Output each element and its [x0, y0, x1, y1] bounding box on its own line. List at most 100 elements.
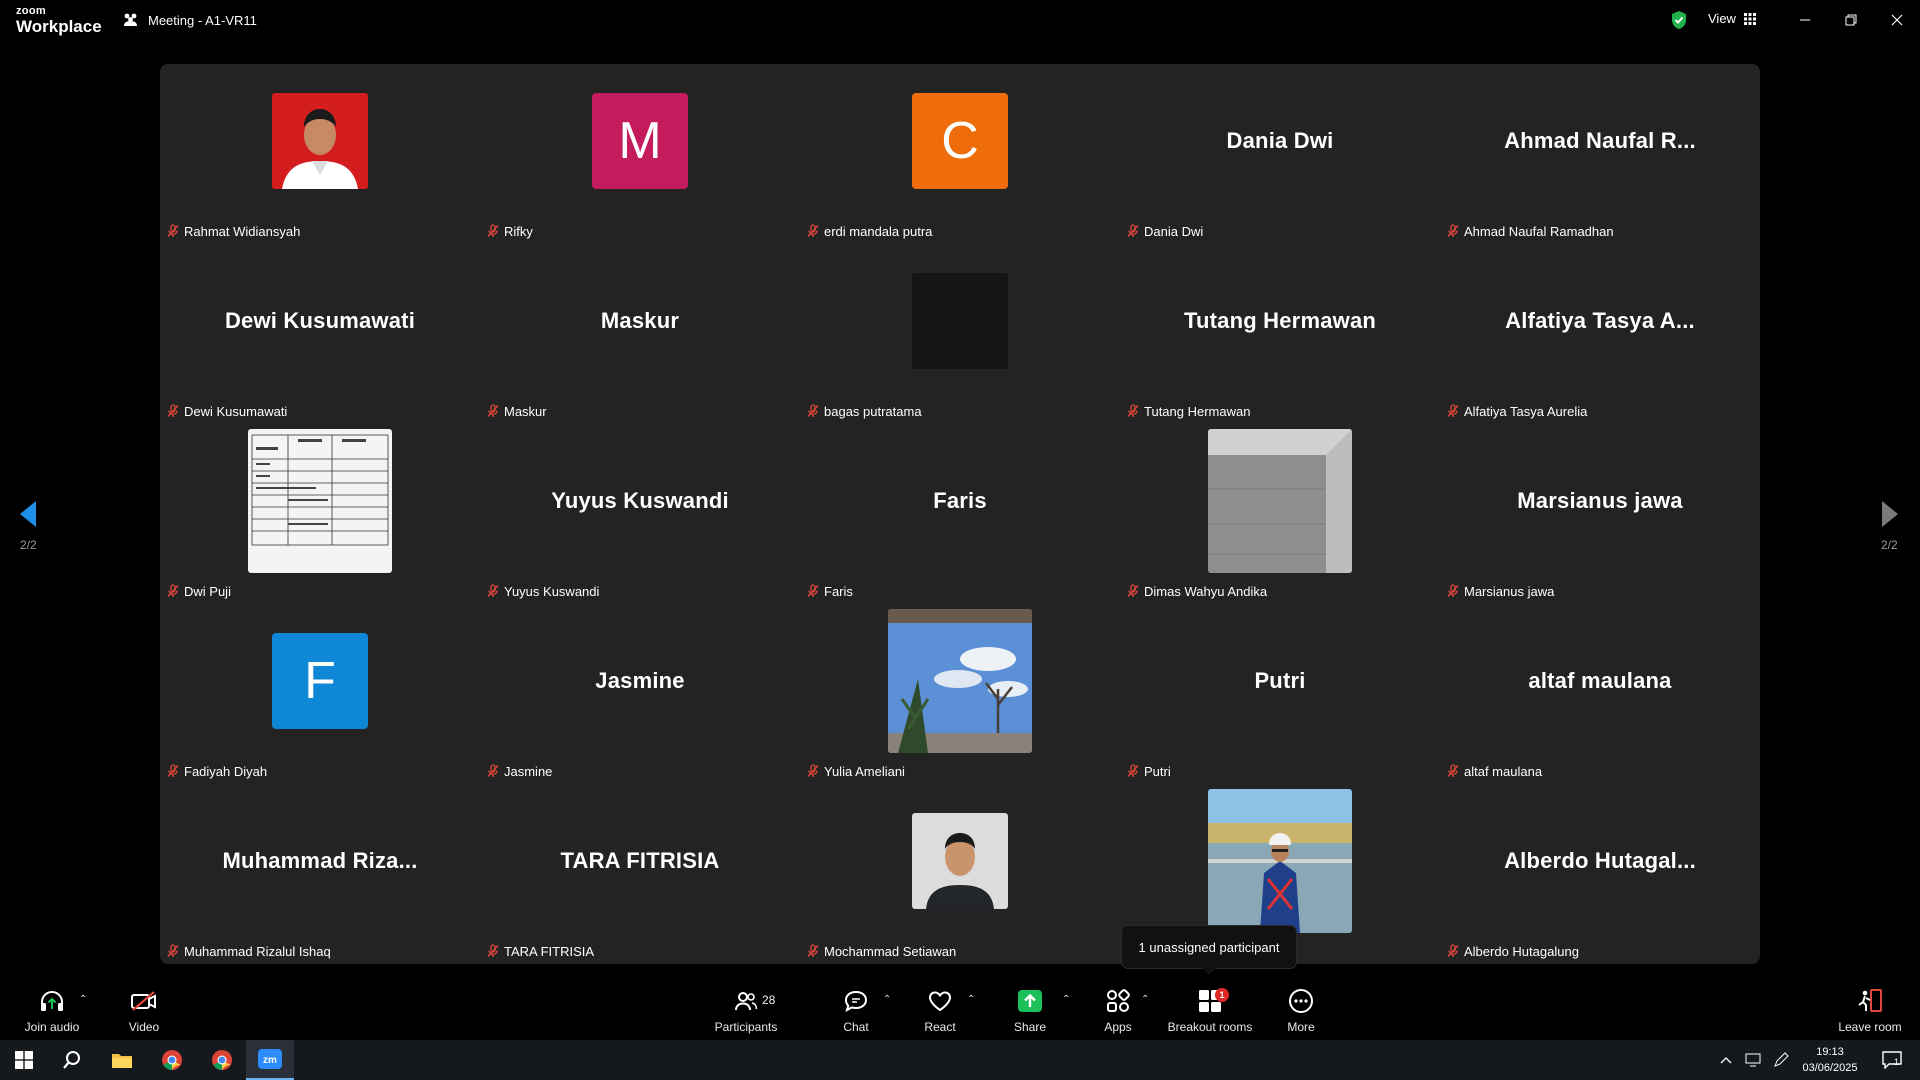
maximize-button[interactable] — [1836, 8, 1866, 32]
participant-video-area — [800, 244, 1120, 398]
participant-tile[interactable]: Dewi Kusumawati Dewi Kusumawati — [160, 244, 480, 424]
taskbar-clock[interactable]: 19:13 03/06/2025 — [1790, 1044, 1870, 1076]
previous-page-button[interactable] — [18, 499, 38, 534]
network-tray[interactable] — [1740, 1040, 1766, 1080]
audio-options-caret[interactable]: ⌃ — [79, 994, 87, 1005]
react-label: React — [924, 1020, 956, 1034]
participant-tile[interactable]: Cerdi mandala putra — [800, 64, 1120, 244]
participant-nameplate: TARA FITRISIA — [486, 942, 594, 960]
participant-tile[interactable]: Putri Putri — [1120, 604, 1440, 784]
participant-photo — [1208, 429, 1352, 573]
participant-photo — [912, 813, 1008, 909]
start-button[interactable] — [0, 1040, 48, 1080]
participant-tile[interactable]: Yulia Ameliani — [800, 604, 1120, 784]
participant-name: Alberdo Hutagalung — [1464, 943, 1579, 959]
security-shield-icon[interactable] — [1670, 10, 1688, 30]
participant-name: Yuyus Kuswandi — [504, 583, 600, 599]
participant-tile[interactable]: M Rifky — [480, 64, 800, 244]
participant-tile[interactable]: altaf maulana altaf maulana — [1440, 604, 1760, 784]
minimize-button[interactable] — [1790, 8, 1820, 32]
breakout-rooms-badge: 1 — [1215, 988, 1229, 1002]
share-button[interactable]: Share — [990, 986, 1070, 1034]
participant-video-area: Alberdo Hutagal... — [1440, 784, 1760, 938]
page-indicator-right: 2/2 — [1881, 538, 1898, 552]
participant-tile[interactable]: Alfatiya Tasya A... Alfatiya Tasya Aureli… — [1440, 244, 1760, 424]
participant-tile[interactable]: Jasmine Jasmine — [480, 604, 800, 784]
participant-tile[interactable]: Rahmat Widiansyah — [160, 64, 480, 244]
participants-label: Participants — [714, 1020, 778, 1034]
apps-options-caret[interactable]: ⌃ — [1141, 994, 1149, 1005]
participant-nameplate: Fadiyah Diyah — [166, 762, 267, 780]
close-window-button[interactable] — [1882, 8, 1912, 32]
participant-tile[interactable]: Dania Dwi Dania Dwi — [1120, 64, 1440, 244]
participant-tile[interactable]: bagas putratama — [800, 244, 1120, 424]
participant-video-area: C — [800, 64, 1120, 218]
participant-name: Ahmad Naufal Ramadhan — [1464, 223, 1614, 239]
participant-photo — [912, 273, 1008, 369]
muted-mic-icon — [1127, 584, 1139, 597]
participant-tile[interactable]: Marsianus jawa Marsianus jawa — [1440, 424, 1760, 604]
participant-nameplate: Jasmine — [486, 762, 552, 780]
participant-video-area: Maskur — [480, 244, 800, 398]
chat-options-caret[interactable]: ⌃ — [883, 994, 891, 1005]
meeting-stage: 2/2 2/2 Rahmat Widiansyah M Rifky Cerdi man… — [0, 44, 1920, 980]
participant-tile[interactable]: F Fadiyah Diyah — [160, 604, 480, 784]
muted-mic-icon — [1447, 764, 1459, 777]
participant-display-name: Alfatiya Tasya A... — [1505, 308, 1695, 333]
participant-nameplate: Faris — [806, 582, 853, 600]
breakout-rooms-button[interactable]: Breakout rooms — [1160, 986, 1260, 1034]
show-hidden-icons[interactable] — [1714, 1040, 1738, 1080]
participant-tile[interactable]: Maskur Maskur — [480, 244, 800, 424]
zoom-app-icon: zm — [258, 1049, 282, 1069]
participant-display-name: TARA FITRISIA — [560, 848, 720, 873]
participant-tile[interactable]: Dimas Wahyu Andika — [1120, 424, 1440, 604]
view-button[interactable]: View — [1708, 11, 1756, 26]
taskbar-search-button[interactable] — [48, 1040, 96, 1080]
participant-tile[interactable]: Dwi Puji — [160, 424, 480, 604]
participant-name: Dimas Wahyu Andika — [1144, 583, 1268, 599]
share-label: Share — [1013, 1020, 1047, 1034]
participant-video-area: M — [480, 64, 800, 218]
more-button[interactable]: More — [1261, 986, 1341, 1034]
participant-display-name: Tutang Hermawan — [1183, 308, 1377, 333]
meeting-toolbar: Join audio ⌃ Video Participants 28 Chat … — [0, 980, 1920, 1040]
meeting-title[interactable]: Meeting - A1-VR11 — [122, 12, 257, 28]
share-options-caret[interactable]: ⌃ — [1062, 994, 1070, 1005]
video-button[interactable]: Video — [104, 986, 184, 1034]
participant-display-name: Marsianus jawa — [1517, 488, 1683, 513]
participant-tile[interactable]: TARA FITRISIA TARA FITRISIA — [480, 784, 800, 964]
notification-center[interactable]: 1 — [1872, 1040, 1912, 1080]
muted-mic-icon — [167, 944, 179, 957]
taskbar-zoom[interactable]: zm — [246, 1040, 294, 1080]
more-icon — [1289, 989, 1313, 1013]
participant-nameplate: Dimas Wahyu Andika — [1126, 582, 1267, 600]
svg-text:zm: zm — [263, 1055, 277, 1066]
muted-mic-icon — [807, 224, 819, 237]
participant-tile[interactable]: Tutang Hermawan Tutang Hermawan — [1120, 244, 1440, 424]
participant-photo — [1208, 789, 1352, 933]
taskbar-file-explorer[interactable] — [98, 1040, 146, 1080]
participant-tile[interactable]: Alberdo Hutagal... Alberdo Hutagalung — [1440, 784, 1760, 964]
join-audio-label: Join audio — [24, 1020, 80, 1034]
network-icon — [1745, 1053, 1761, 1067]
leave-room-button[interactable]: Leave room — [1830, 986, 1910, 1034]
unassigned-participant-tooltip: 1 unassigned participant — [1122, 926, 1296, 975]
participant-tile[interactable]: Faris Faris — [800, 424, 1120, 604]
taskbar-chrome-profile[interactable] — [198, 1040, 246, 1080]
participant-video-area: TARA FITRISIA — [480, 784, 800, 938]
taskbar-chrome[interactable] — [148, 1040, 196, 1080]
participant-video-area: Faris — [800, 424, 1120, 578]
react-options-caret[interactable]: ⌃ — [967, 994, 975, 1005]
participant-display-name: Muhammad Riza... — [222, 848, 418, 873]
participant-video-area — [160, 424, 480, 578]
breakout-rooms-label: Breakout rooms — [1167, 1020, 1253, 1034]
participant-tile[interactable]: Muhammad Riza... Muhammad Rizalul Ishaq — [160, 784, 480, 964]
next-page-button[interactable] — [1880, 499, 1900, 534]
participant-nameplate: Yuyus Kuswandi — [486, 582, 599, 600]
muted-mic-icon — [167, 224, 179, 237]
participant-tile[interactable]: Ahmad Naufal R... Ahmad Naufal Ramadhan — [1440, 64, 1760, 244]
participant-tile[interactable]: Yuyus Kuswandi Yuyus Kuswandi — [480, 424, 800, 604]
participant-name: Dwi Puji — [184, 583, 231, 599]
participant-tile[interactable]: Mochammad Setiawan — [800, 784, 1120, 964]
participant-video-area — [800, 784, 1120, 938]
